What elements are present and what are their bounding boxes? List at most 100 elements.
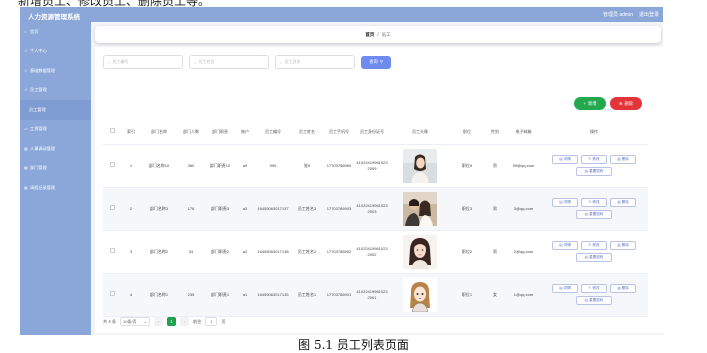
cell-dept: 部门名称1 — [141, 273, 177, 317]
row-delete-button[interactable]: ▥ 删除 — [610, 284, 636, 293]
sidebar-item-transfer[interactable]: ▦ 人事调动管理 — [20, 139, 91, 159]
cell-idcard: 410224199610232001 — [355, 273, 389, 317]
cell-dept: 部门名称2 — [141, 230, 177, 274]
goto-label: 前往 — [193, 318, 202, 324]
cell-account: a3 — [235, 187, 255, 231]
edit-button[interactable]: ✎ 修改 — [581, 155, 607, 164]
goto-page-input[interactable]: 1 — [205, 317, 218, 326]
op-label: 修改 — [592, 242, 600, 247]
sidebar-item-label: 员工管理 — [30, 87, 47, 93]
cell-dept: 部门名称10 — [141, 144, 177, 188]
employee-name-input[interactable]: ○ 员工姓名 — [189, 55, 269, 69]
reset-password-button[interactable]: ▤ 重置密码 — [576, 296, 612, 305]
cell-ops: ▤ 详情 ✎ 修改 ▥ 删除 ▤ 重置密码 — [540, 187, 648, 231]
sidebar-item-employee[interactable]: 员工管理 — [20, 100, 91, 120]
search-button[interactable]: 查询 ⚲ — [361, 55, 391, 69]
grid-icon: ▦ — [24, 145, 28, 151]
trash-icon: ▥ — [617, 242, 621, 247]
header-right: 管理员 admin 退出登录 — [603, 11, 659, 18]
table-row: 2 部门名称3 176 部门职责3 a3 16455063017137 员工姓名… — [103, 187, 648, 231]
avatar-couple-photo — [403, 191, 437, 226]
table-header-row: 索引 部门名称 部门人数 部门职责 账户 员工编号 员工姓名 员工手机号 员工身… — [103, 120, 648, 145]
detail-button[interactable]: ▤ 详情 — [552, 198, 578, 207]
detail-button[interactable]: ▤ 详情 — [552, 155, 578, 164]
cell-dept: 部门名称3 — [141, 187, 177, 231]
document-icon: ▤ — [584, 168, 589, 173]
detail-button[interactable]: ▤ 详情 — [552, 241, 578, 250]
edit-button[interactable]: ✎ 修改 — [581, 198, 607, 207]
detail-button[interactable]: ▤ 详情 — [552, 284, 578, 293]
user-icon: ☺ — [24, 67, 29, 73]
avatar-woman-portrait — [403, 234, 437, 269]
op-label: 删除 — [621, 156, 629, 161]
employee-no-input[interactable]: ○ 员工编号 — [103, 55, 183, 69]
column-header: 员工编号 — [255, 120, 291, 145]
op-label: 重置密码 — [589, 297, 604, 302]
column-header: 部门人数 — [177, 120, 205, 145]
cell-account: a2 — [235, 230, 255, 274]
row-checkbox[interactable] — [103, 230, 121, 274]
trash-icon: ▥ — [617, 285, 621, 290]
cell-ops: ▤ 详情 ✎ 修改 ▥ 删除 ▤ 重置密码 — [540, 273, 648, 317]
sidebar-item-label: 基础数据管理 — [30, 67, 56, 73]
sidebar: ⌂ 首页 ☺ 个人中心 ☺ 基础数据管理 ☺ 员工管理 员工管理 ▭ 工资管理 … — [20, 22, 91, 335]
column-header: 员工身份证号 — [355, 120, 389, 145]
column-header: 索引 — [121, 120, 141, 145]
sidebar-item-label: 员工管理 — [29, 106, 46, 112]
column-header: 账户 — [235, 120, 255, 145]
row-delete-button[interactable]: ▥ 删除 — [610, 241, 636, 250]
breadcrumb: 首页 / 员工 — [95, 26, 661, 43]
prev-page-button[interactable]: ‹ — [154, 317, 164, 326]
row-checkbox[interactable] — [103, 273, 121, 317]
delete-button[interactable]: ⊗ 删除 — [610, 97, 642, 110]
row-delete-button[interactable]: ▥ 删除 — [610, 155, 636, 164]
sidebar-item-department[interactable]: ▦ 部门管理 — [20, 159, 91, 179]
cell-avatar — [389, 187, 451, 231]
op-label: 重置密码 — [589, 168, 604, 173]
row-delete-button[interactable]: ▥ 删除 — [610, 198, 636, 207]
logout-link[interactable]: 退出登录 — [639, 11, 659, 18]
column-header: 性别 — [483, 120, 507, 145]
chevron-right-icon: › — [183, 319, 186, 324]
page-size-select[interactable]: 10条/页 ⌄ — [120, 317, 151, 326]
cell-no: 16455063017135 — [255, 273, 291, 317]
cell-index: 4 — [121, 273, 141, 317]
next-page-button[interactable]: › — [180, 317, 190, 326]
op-label: 重置密码 — [589, 254, 604, 259]
document-icon: ▤ — [584, 211, 589, 216]
sidebar-item-leave[interactable]: ▦ 请假记录管理 — [20, 178, 91, 198]
main-area: 首页 / 员工 ○ 员工编号 ○ 员工姓名 ○ 员工身份 查询 ⚲ + 新增 ⊗… — [93, 22, 663, 335]
sidebar-item-label: 个人中心 — [30, 48, 47, 54]
row-checkbox[interactable] — [103, 187, 121, 231]
page-number-current[interactable]: 1 — [167, 317, 177, 326]
figure-caption: 图 5.1 员工列表页面 — [298, 338, 409, 352]
add-button[interactable]: + 新增 — [574, 97, 606, 110]
edit-button[interactable]: ✎ 修改 — [581, 241, 607, 250]
reset-password-button[interactable]: ▤ 重置密码 — [576, 210, 612, 219]
sidebar-item-profile[interactable]: ☺ 个人中心 — [20, 42, 91, 62]
cell-gender: 男 — [483, 144, 507, 188]
reset-password-button[interactable]: ▤ 重置密码 — [576, 253, 612, 262]
sidebar-item-employee-group[interactable]: ☺ 员工管理 — [20, 81, 91, 101]
edit-button[interactable]: ✎ 修改 — [581, 284, 607, 293]
sidebar-item-salary[interactable]: ▭ 工资管理 — [20, 120, 91, 140]
cell-idcard: 410224199610232009 — [355, 144, 389, 188]
sidebar-item-home[interactable]: ⌂ 首页 — [20, 22, 91, 42]
app-title: 人力资源管理系统 — [28, 14, 80, 21]
employee-idcard-input[interactable]: ○ 员工身份 — [275, 55, 355, 69]
cell-count: 34 — [177, 230, 205, 274]
breadcrumb-home[interactable]: 首页 — [365, 32, 374, 38]
column-header: 职位 — [451, 120, 483, 145]
trash-icon: ▥ — [617, 156, 621, 161]
cell-count: 360 — [177, 144, 205, 188]
chevron-left-icon: ‹ — [157, 319, 160, 324]
select-all-checkbox[interactable] — [103, 120, 121, 145]
cell-account: a1 — [235, 273, 255, 317]
sidebar-item-basic-data[interactable]: ☺ 基础数据管理 — [20, 61, 91, 81]
cell-email: 99@qq.com — [507, 144, 540, 188]
row-checkbox[interactable] — [103, 144, 121, 188]
avatar-girl-profile — [403, 148, 437, 183]
document-icon: ▤ — [584, 297, 589, 302]
reset-password-button[interactable]: ▤ 重置密码 — [576, 167, 612, 176]
cell-index: 3 — [121, 230, 141, 274]
